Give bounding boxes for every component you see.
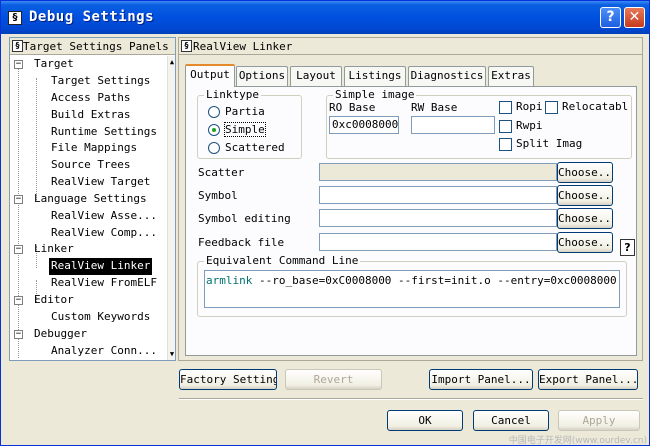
close-button[interactable]: ✕ [624,7,645,28]
symbol-label: Symbol [198,189,238,202]
ok-button[interactable]: OK [387,410,463,431]
collapse-icon[interactable]: − [14,330,23,339]
help-button[interactable]: ? [600,7,621,28]
command-line-legend: Equivalent Command Line [204,254,361,267]
scatter-label: Scatter [198,166,245,179]
feedback-file-input[interactable] [319,233,557,251]
symbol-choose-button[interactable]: Choose... [557,185,613,206]
symbol-editing-input[interactable] [319,209,557,227]
tree-item-linker[interactable]: Linker [34,241,74,258]
rwpi-checkbox[interactable] [499,120,512,133]
feedback-file-choose-button[interactable]: Choose... [557,232,613,253]
radio-partial-label[interactable]: Partia [225,105,265,118]
tree-connector [18,68,19,358]
settings-tree[interactable]: § Target Settings Panels − Target Target… [9,37,176,361]
ro-base-label: RO Base [329,101,376,114]
linker-panel: § RealView Linker Output Options Layout … [178,37,643,361]
rw-base-input[interactable] [411,116,495,134]
simple-image-group: Simple image RO Base 0xc0008000 RW Base … [326,88,632,159]
tree-item-access-paths[interactable]: Access Paths [51,90,130,107]
command-keyword: armlink [206,274,253,287]
tree-item-realview-compiler[interactable]: RealView Comp... [51,225,157,242]
panel-icon: § [181,40,192,52]
symbol-input[interactable] [319,186,557,204]
scatter-choose-button[interactable]: Choose... [557,162,613,183]
tree-item-language-settings[interactable]: Language Settings [34,191,147,208]
tree-header: § Target Settings Panels [10,38,175,55]
scroll-down-icon[interactable]: ▼ [168,348,175,360]
relocatable-checkbox[interactable] [545,101,558,114]
tree-item-realview-assembler[interactable]: RealView Asse... [51,208,157,225]
rwpi-label[interactable]: Rwpi [516,119,543,132]
ro-base-input[interactable]: 0xc0008000 [329,116,399,134]
split-image-label[interactable]: Split Imag [516,137,582,150]
tree-item-editor[interactable]: Editor [34,292,74,309]
command-args: --ro_base=0xC0008000 --first=init.o --en… [252,274,617,287]
panel-icon: § [12,40,23,52]
collapse-icon[interactable]: − [14,245,23,254]
tree-item-file-mappings[interactable]: File Mappings [51,140,137,157]
tree-scrollbar[interactable]: ▲ ▼ [167,56,175,360]
scroll-up-icon[interactable]: ▲ [168,56,175,68]
symbol-editing-label: Symbol editing [198,212,291,225]
radio-scattered-label[interactable]: Scattered [225,141,285,154]
debug-settings-window: § Debug Settings ? ✕ § Target Settings P… [0,0,650,446]
collapse-icon[interactable]: − [14,296,23,305]
export-panel-button[interactable]: Export Panel... [538,369,638,390]
tree-item-realview-target[interactable]: RealView Target [51,174,150,191]
tree-header-label: Target Settings Panels [23,40,169,53]
tab-options[interactable]: Options [236,66,288,86]
title-bar[interactable]: § Debug Settings ? ✕ [1,1,649,34]
command-line-text[interactable]: armlink --ro_base=0xC0008000 --first=ini… [204,270,620,308]
radio-partial[interactable] [208,106,220,118]
window-title: Debug Settings [29,9,155,25]
tree-item-analyzer-connections[interactable]: Analyzer Conn... [51,343,157,360]
tree-item-custom-keywords[interactable]: Custom Keywords [51,309,150,326]
collapse-icon[interactable]: − [14,60,23,69]
panel-header: § RealView Linker [179,38,642,55]
divider [179,398,643,400]
feedback-file-label: Feedback file [198,236,285,249]
apply-button[interactable]: Apply [558,410,640,431]
tree-item-debugger[interactable]: Debugger [34,326,87,343]
tab-extras[interactable]: Extras [488,66,534,86]
help-icon[interactable]: ? [620,239,635,256]
ropi-label[interactable]: Ropi [516,100,543,113]
collapse-icon[interactable]: − [14,195,23,204]
factory-settings-button[interactable]: Factory Settings [179,369,277,390]
tree-item-runtime-settings[interactable]: Runtime Settings [51,124,157,141]
tree-item-target[interactable]: Target [34,56,74,73]
tree-item-realview-fromelf[interactable]: RealView FromELF [51,275,157,292]
cancel-button[interactable]: Cancel [473,410,549,431]
output-tab-content: Linktype Partia Simple Scattered Simple … [185,86,637,356]
app-icon: § [8,11,22,25]
radio-simple-label[interactable]: Simple [224,122,266,137]
rw-base-label: RW Base [411,101,458,114]
import-panel-button[interactable]: Import Panel... [429,369,533,390]
linktype-legend: Linktype [204,88,261,101]
tree-connector [36,78,37,202]
tab-listings[interactable]: Listings [344,66,406,86]
linktype-group: Linktype Partia Simple Scattered [197,88,302,159]
relocatable-label[interactable]: Relocatabl [562,100,628,113]
tree-item-target-settings[interactable]: Target Settings [51,73,150,90]
panel-title: RealView Linker [193,40,293,53]
split-image-checkbox[interactable] [499,138,512,151]
symbol-editing-choose-button[interactable]: Choose... [557,208,613,229]
tab-output[interactable]: Output [185,64,235,87]
scatter-input[interactable] [319,163,557,181]
ropi-checkbox[interactable] [499,101,512,114]
command-line-group: Equivalent Command Line armlink --ro_bas… [197,254,627,317]
radio-scattered[interactable] [208,142,220,154]
tab-diagnostics[interactable]: Diagnostics [408,66,486,86]
revert-button[interactable]: Revert [285,369,382,390]
tree-item-source-trees[interactable]: Source Trees [51,157,130,174]
simple-image-legend: Simple image [333,88,417,101]
radio-simple[interactable] [208,124,220,136]
tree-item-build-extras[interactable]: Build Extras [51,107,130,124]
tree-item-realview-linker[interactable]: RealView Linker [49,258,153,275]
tab-layout[interactable]: Layout [290,66,342,86]
watermark: 中国电子开发网(www.ourdev.cn) [508,436,647,446]
